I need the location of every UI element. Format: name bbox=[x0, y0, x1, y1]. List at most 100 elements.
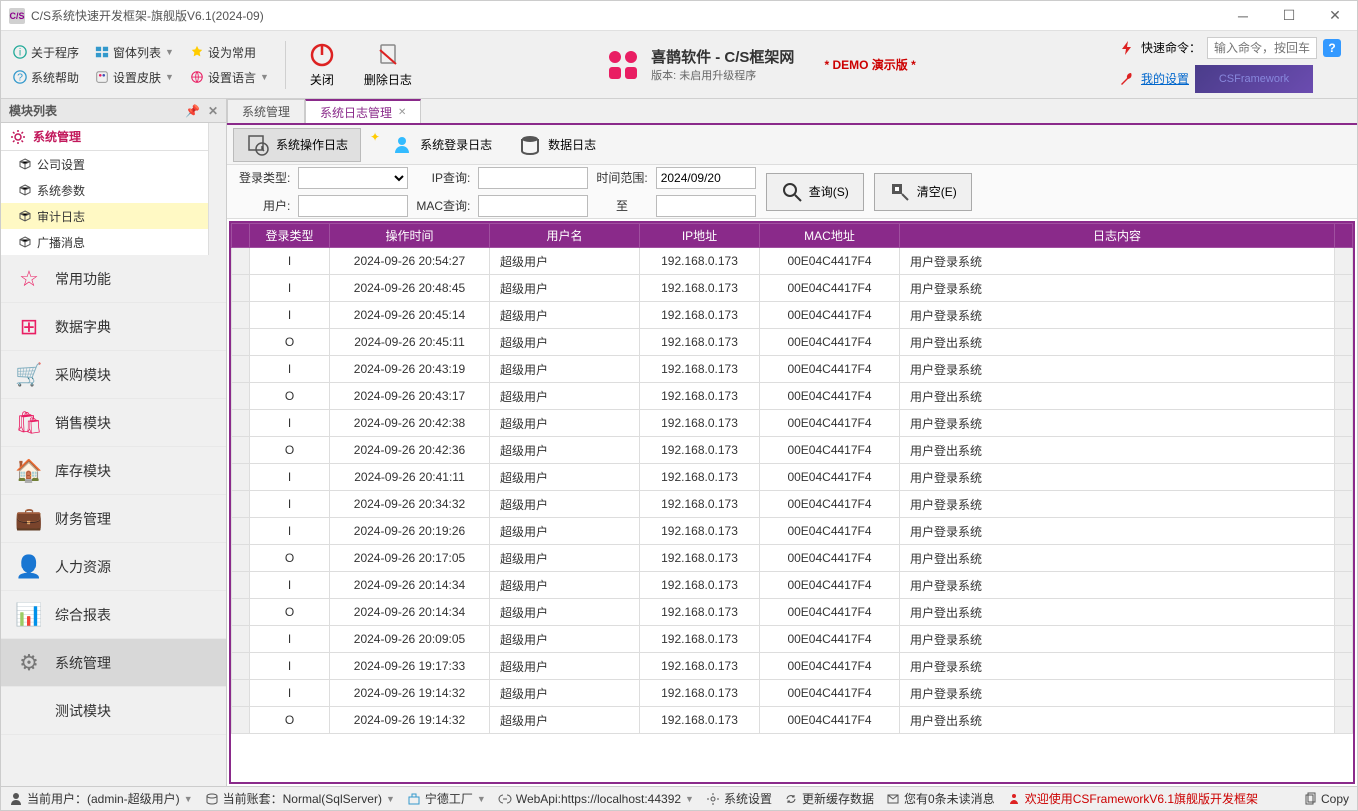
minimize-button[interactable]: ─ bbox=[1229, 6, 1257, 26]
status-unread[interactable]: 您有0条未读消息 bbox=[886, 790, 995, 807]
pin-icon[interactable]: 📌 bbox=[185, 104, 200, 118]
help-button[interactable]: ?系统帮助 bbox=[9, 67, 83, 88]
titlebar: C/S C/S系统快速开发框架-旗舰版V6.1(2024-09) ─ ☐ ✕ bbox=[1, 1, 1357, 31]
table-row[interactable]: I2024-09-26 19:14:32超级用户192.168.0.17300E… bbox=[232, 680, 1353, 707]
cell: 超级用户 bbox=[490, 545, 640, 572]
sidebar-tree-item[interactable]: 公司设置 bbox=[1, 151, 208, 177]
sidebar-tree-item[interactable]: 系统参数 bbox=[1, 177, 208, 203]
help-icon[interactable]: ? bbox=[1323, 39, 1341, 57]
sidebar-title: 模块列表 bbox=[9, 102, 57, 119]
my-settings-link[interactable]: 我的设置 bbox=[1141, 70, 1189, 87]
status-factory[interactable]: 宁德工厂▼ bbox=[407, 790, 486, 807]
col-header[interactable]: 登录类型 bbox=[250, 224, 330, 248]
brand-logo-icon bbox=[605, 47, 641, 83]
sidebar-module-9[interactable]: 测试模块 bbox=[1, 687, 226, 735]
sidebar-module-4[interactable]: 🏠库存模块 bbox=[1, 447, 226, 495]
subtab[interactable]: ✦系统登录日志 bbox=[361, 128, 505, 162]
tree-item-label: 系统参数 bbox=[37, 182, 85, 199]
col-header[interactable]: MAC地址 bbox=[760, 224, 900, 248]
window-list-button[interactable]: 窗体列表▼ bbox=[91, 42, 178, 63]
sidebar-module-7[interactable]: 📊综合报表 bbox=[1, 591, 226, 639]
status-webapi[interactable]: WebApi:https://localhost:44392▼ bbox=[498, 792, 694, 806]
skin-button[interactable]: 设置皮肤▼ bbox=[91, 67, 178, 88]
col-header[interactable]: 操作时间 bbox=[330, 224, 490, 248]
sidebar-scrollbar[interactable] bbox=[208, 123, 226, 255]
date-to-input[interactable] bbox=[656, 195, 756, 217]
chevron-down-icon: ▼ bbox=[165, 72, 174, 82]
table-row[interactable]: O2024-09-26 20:14:34超级用户192.168.0.17300E… bbox=[232, 599, 1353, 626]
maximize-button[interactable]: ☐ bbox=[1275, 6, 1303, 26]
table-row[interactable]: I2024-09-26 20:43:19超级用户192.168.0.17300E… bbox=[232, 356, 1353, 383]
table-row[interactable]: I2024-09-26 20:45:14超级用户192.168.0.17300E… bbox=[232, 302, 1353, 329]
table-row[interactable]: O2024-09-26 20:17:05超级用户192.168.0.17300E… bbox=[232, 545, 1353, 572]
subtab-icon bbox=[390, 133, 414, 157]
favorite-button[interactable]: 设为常用 bbox=[186, 42, 273, 63]
table-row[interactable]: O2024-09-26 20:43:17超级用户192.168.0.17300E… bbox=[232, 383, 1353, 410]
language-button[interactable]: 设置语言▼ bbox=[186, 67, 273, 88]
col-header[interactable]: 日志内容 bbox=[900, 224, 1335, 248]
close-panel-icon[interactable]: ✕ bbox=[208, 104, 218, 118]
close-window-button[interactable]: ✕ bbox=[1321, 6, 1349, 26]
module-icon: ⊞ bbox=[15, 313, 43, 341]
table-row[interactable]: I2024-09-26 19:17:33超级用户192.168.0.17300E… bbox=[232, 653, 1353, 680]
sidebar-module-1[interactable]: ⊞数据字典 bbox=[1, 303, 226, 351]
cell: 用户登录系统 bbox=[900, 626, 1335, 653]
grid-wrap[interactable]: 登录类型操作时间用户名IP地址MAC地址日志内容I2024-09-26 20:5… bbox=[229, 221, 1355, 784]
date-from-input[interactable] bbox=[656, 167, 756, 189]
table-row[interactable]: I2024-09-26 20:42:38超级用户192.168.0.17300E… bbox=[232, 410, 1353, 437]
col-header[interactable]: IP地址 bbox=[640, 224, 760, 248]
sidebar-module-5[interactable]: 💼财务管理 bbox=[1, 495, 226, 543]
cell: 用户登出系统 bbox=[900, 599, 1335, 626]
table-row[interactable]: I2024-09-26 20:14:34超级用户192.168.0.17300E… bbox=[232, 572, 1353, 599]
search-button[interactable]: 查询(S) bbox=[766, 173, 864, 211]
tab[interactable]: 系统日志管理✕ bbox=[305, 99, 421, 123]
delete-log-button[interactable]: 删除日志 bbox=[354, 37, 422, 92]
table-row[interactable]: I2024-09-26 20:41:11超级用户192.168.0.17300E… bbox=[232, 464, 1353, 491]
col-header[interactable]: 用户名 bbox=[490, 224, 640, 248]
user-input[interactable] bbox=[298, 195, 408, 217]
sidebar-module-3[interactable]: 🛍销售模块 bbox=[1, 399, 226, 447]
sidebar-module-6[interactable]: 👤人力资源 bbox=[1, 543, 226, 591]
scroll-head bbox=[1335, 224, 1353, 248]
mac-input[interactable] bbox=[478, 195, 588, 217]
table-row[interactable]: O2024-09-26 19:14:32超级用户192.168.0.17300E… bbox=[232, 707, 1353, 734]
cell: 超级用户 bbox=[490, 572, 640, 599]
cell: 2024-09-26 20:09:05 bbox=[330, 626, 490, 653]
table-row[interactable]: I2024-09-26 20:34:32超级用户192.168.0.17300E… bbox=[232, 491, 1353, 518]
table-row[interactable]: O2024-09-26 20:42:36超级用户192.168.0.17300E… bbox=[232, 437, 1353, 464]
login-type-select[interactable] bbox=[298, 167, 408, 189]
subtab[interactable]: 数据日志 bbox=[505, 128, 609, 162]
table-row[interactable]: I2024-09-26 20:09:05超级用户192.168.0.17300E… bbox=[232, 626, 1353, 653]
ip-input[interactable] bbox=[478, 167, 588, 189]
sidebar-tree-item[interactable]: 广播消息 bbox=[1, 229, 208, 255]
sidebar-module-0[interactable]: ☆常用功能 bbox=[1, 255, 226, 303]
tree-item-label: 审计日志 bbox=[37, 208, 85, 225]
table-row[interactable]: I2024-09-26 20:19:26超级用户192.168.0.17300E… bbox=[232, 518, 1353, 545]
status-user[interactable]: 当前用户：(admin-超级用户)▼ bbox=[9, 790, 193, 807]
cube-icon bbox=[19, 236, 31, 248]
status-refresh[interactable]: 更新缓存数据 bbox=[784, 790, 874, 807]
about-button[interactable]: i关于程序 bbox=[9, 42, 83, 63]
status-copy[interactable]: Copy bbox=[1303, 792, 1349, 806]
table-row[interactable]: I2024-09-26 20:48:45超级用户192.168.0.17300E… bbox=[232, 275, 1353, 302]
status-account[interactable]: 当前账套：Normal(SqlServer)▼ bbox=[205, 790, 395, 807]
cell: 192.168.0.173 bbox=[640, 545, 760, 572]
module-icon: ⚙ bbox=[15, 649, 43, 677]
clear-button[interactable]: 清空(E) bbox=[874, 173, 972, 211]
tab[interactable]: 系统管理 bbox=[227, 99, 305, 123]
subtab[interactable]: 系统操作日志 bbox=[233, 128, 361, 162]
sidebar-module-8[interactable]: ⚙系统管理 bbox=[1, 639, 226, 687]
row-indicator bbox=[232, 572, 250, 599]
cell: 2024-09-26 20:45:11 bbox=[330, 329, 490, 356]
table-row[interactable]: O2024-09-26 20:45:11超级用户192.168.0.17300E… bbox=[232, 329, 1353, 356]
sidebar-tree-item[interactable]: 审计日志 bbox=[1, 203, 208, 229]
quick-cmd-input[interactable] bbox=[1207, 37, 1317, 59]
cell: 用户登录系统 bbox=[900, 653, 1335, 680]
row-indicator bbox=[232, 707, 250, 734]
sidebar-module-2[interactable]: 🛒采购模块 bbox=[1, 351, 226, 399]
table-row[interactable]: I2024-09-26 20:54:27超级用户192.168.0.17300E… bbox=[232, 248, 1353, 275]
tab-close-icon[interactable]: ✕ bbox=[398, 107, 406, 118]
status-settings[interactable]: 系统设置 bbox=[706, 790, 772, 807]
sidebar-category-header[interactable]: 系统管理 bbox=[1, 123, 208, 151]
close-button[interactable]: 关闭 bbox=[298, 37, 346, 92]
